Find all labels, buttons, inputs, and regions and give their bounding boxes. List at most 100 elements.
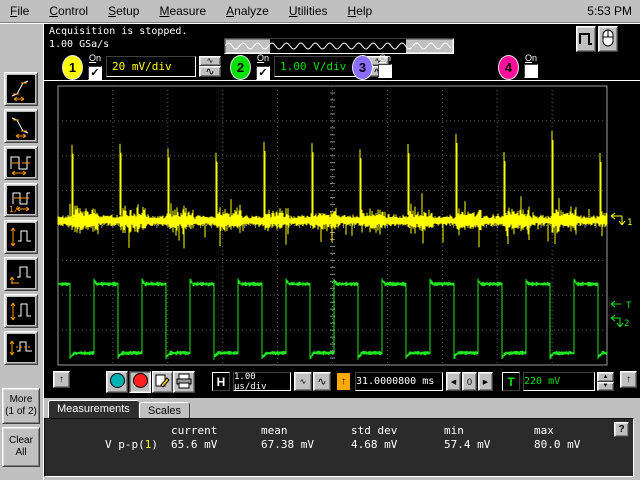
period-icon bbox=[10, 156, 31, 176]
measure-rise-time-button[interactable] bbox=[4, 72, 38, 106]
trigger-level-up-button[interactable]: ▲ bbox=[597, 372, 614, 382]
mouse-mode-button[interactable] bbox=[598, 26, 618, 52]
position-right-button[interactable]: ▶ bbox=[478, 372, 493, 391]
v-avg-icon bbox=[9, 340, 32, 356]
measurement-sidebar: 1/ More (1 of 2) Clear All bbox=[0, 24, 44, 480]
time-reference-button[interactable]: ↑ bbox=[336, 372, 351, 391]
menu-utilities[interactable]: Utilities bbox=[279, 2, 338, 20]
header-mean: mean bbox=[261, 424, 288, 437]
vpp-mean-value: 67.38 mV bbox=[261, 438, 314, 451]
channel-1-scale-increase-button[interactable]: ∿ bbox=[199, 66, 221, 77]
stop-button[interactable] bbox=[129, 371, 151, 393]
expand-up-left-button[interactable]: ↑ bbox=[53, 371, 70, 388]
channel-3-on-checkbox[interactable] bbox=[378, 64, 392, 78]
menu-help[interactable]: Help bbox=[338, 2, 383, 20]
acquisition-memory-bar[interactable] bbox=[224, 38, 454, 54]
menu-bar: File Control Setup Measure Analyze Utili… bbox=[0, 0, 640, 23]
header-min: min bbox=[444, 424, 464, 437]
channel-1-on-label: On bbox=[88, 53, 102, 63]
printer-icon bbox=[176, 373, 192, 388]
print-button[interactable] bbox=[173, 371, 195, 393]
results-tabs: Measurements Scales bbox=[44, 398, 640, 418]
clear-display-button[interactable] bbox=[152, 371, 173, 393]
channel-1-on-checkbox[interactable]: ✓ bbox=[88, 66, 102, 80]
vpp-std-dev-value: 4.68 mV bbox=[351, 438, 398, 451]
channel-2-on-control: On ✓ bbox=[254, 54, 272, 81]
horizontal-position-display[interactable]: 31.0000800 ms bbox=[355, 372, 443, 391]
v-amplitude-icon bbox=[10, 302, 31, 321]
svg-text:T: T bbox=[626, 301, 632, 311]
channel-2-on-label: On bbox=[256, 53, 270, 63]
trigger-level-display[interactable]: 220 mV bbox=[523, 372, 595, 391]
horizontal-scale-decrease-button[interactable]: ∿ bbox=[294, 372, 312, 391]
position-left-button[interactable]: ◀ bbox=[446, 372, 461, 391]
position-zero-button[interactable]: 0 bbox=[462, 372, 477, 391]
menu-setup[interactable]: Setup bbox=[98, 2, 149, 20]
menu-control[interactable]: Control bbox=[39, 2, 98, 20]
measure-fall-time-button[interactable] bbox=[4, 109, 38, 143]
expand-up-right-button[interactable]: ↑ bbox=[620, 371, 637, 388]
pulse-icon bbox=[579, 32, 592, 45]
frequency-icon: 1/ bbox=[9, 192, 30, 213]
channel-2-scale-display[interactable]: 1.00 V/div bbox=[274, 56, 364, 77]
channel-3-on-label: On bbox=[378, 53, 392, 63]
trigger-level-marker[interactable]: T bbox=[610, 300, 632, 311]
tab-scales[interactable]: Scales bbox=[139, 402, 191, 418]
vpp-current-value: 65.6 mV bbox=[171, 438, 218, 451]
header-std-dev: std dev bbox=[351, 424, 398, 437]
v-pp-icon bbox=[10, 227, 31, 247]
trigger-level-spinner: ▲ ▼ bbox=[597, 372, 614, 391]
header-max: max bbox=[534, 424, 554, 437]
channel-4-on-control: On bbox=[522, 54, 540, 83]
more-label-line2: (1 of 2) bbox=[5, 406, 37, 417]
measure-v-min-button[interactable] bbox=[4, 257, 38, 291]
waveform-mode-button[interactable] bbox=[576, 26, 596, 52]
channel-2-on-checkbox[interactable]: ✓ bbox=[256, 66, 270, 80]
channel-1-on-control: On ✓ bbox=[86, 54, 104, 81]
trigger-level-down-button[interactable]: ▼ bbox=[597, 381, 614, 391]
menu-file[interactable]: File bbox=[0, 2, 39, 20]
channel-1-scale-display[interactable]: 20 mV/div bbox=[106, 56, 196, 77]
menu-analyze[interactable]: Analyze bbox=[216, 2, 279, 20]
channel-4-on-checkbox[interactable] bbox=[524, 64, 538, 78]
channel-3-badge[interactable]: 3 bbox=[352, 55, 373, 80]
waveform-plot[interactable]: 1 T 2 bbox=[44, 81, 640, 369]
channel-1-badge[interactable]: 1 bbox=[62, 55, 83, 80]
clear-all-button[interactable]: Clear All bbox=[2, 427, 40, 467]
help-button[interactable]: ? bbox=[614, 422, 629, 437]
horizontal-scale-increase-button[interactable]: ∿ bbox=[313, 372, 331, 391]
tab-measurements[interactable]: Measurements bbox=[48, 400, 139, 418]
measure-v-pp-button[interactable] bbox=[4, 220, 38, 254]
menu-measure[interactable]: Measure bbox=[149, 2, 216, 20]
run-icon bbox=[109, 373, 125, 388]
channel-controls-row: 1 On ✓ 20 mV/div ∿ ∿ 2 On ✓ 1.00 V/div ∿… bbox=[44, 54, 640, 80]
mouse-icon bbox=[602, 29, 614, 47]
trigger-setup-button[interactable]: T bbox=[502, 372, 520, 391]
clear-all-line1: Clear bbox=[9, 435, 33, 446]
clear-display-icon bbox=[155, 374, 170, 388]
clear-all-line2: All bbox=[15, 447, 27, 458]
fall-time-icon bbox=[11, 117, 29, 139]
channel-2-ground-marker[interactable]: 2 bbox=[610, 314, 629, 329]
sample-rate: 1.00 GSa/s bbox=[49, 39, 110, 50]
more-label-line1: More bbox=[9, 394, 33, 405]
clock: 5:53 PM bbox=[587, 4, 632, 18]
memory-bar-waveform bbox=[225, 42, 451, 50]
channel-3-on-control: On bbox=[376, 54, 394, 83]
oscilloscope-application: File Control Setup Measure Analyze Utili… bbox=[0, 0, 640, 480]
horizontal-scale-display[interactable]: 1.00 µs/div bbox=[233, 372, 291, 392]
measure-period-button[interactable] bbox=[4, 146, 38, 180]
measure-frequency-button[interactable]: 1/ bbox=[4, 183, 38, 217]
horizontal-setup-button[interactable]: H bbox=[212, 372, 230, 391]
measure-v-avg-button[interactable] bbox=[4, 331, 38, 365]
header-current: current bbox=[171, 424, 218, 437]
channel-1-ground-marker[interactable]: 1 bbox=[610, 212, 632, 228]
scope-content-area: Acquisition is stopped. 1.00 GSa/s 1 On … bbox=[44, 24, 640, 480]
svg-text:2: 2 bbox=[624, 319, 629, 329]
more-measurements-button[interactable]: More (1 of 2) bbox=[2, 388, 40, 424]
channel-4-on-label: On bbox=[524, 53, 538, 63]
channel-4-badge[interactable]: 4 bbox=[498, 55, 519, 80]
channel-2-badge[interactable]: 2 bbox=[230, 55, 251, 80]
run-button[interactable] bbox=[106, 371, 128, 393]
measure-v-amplitude-button[interactable] bbox=[4, 294, 38, 328]
